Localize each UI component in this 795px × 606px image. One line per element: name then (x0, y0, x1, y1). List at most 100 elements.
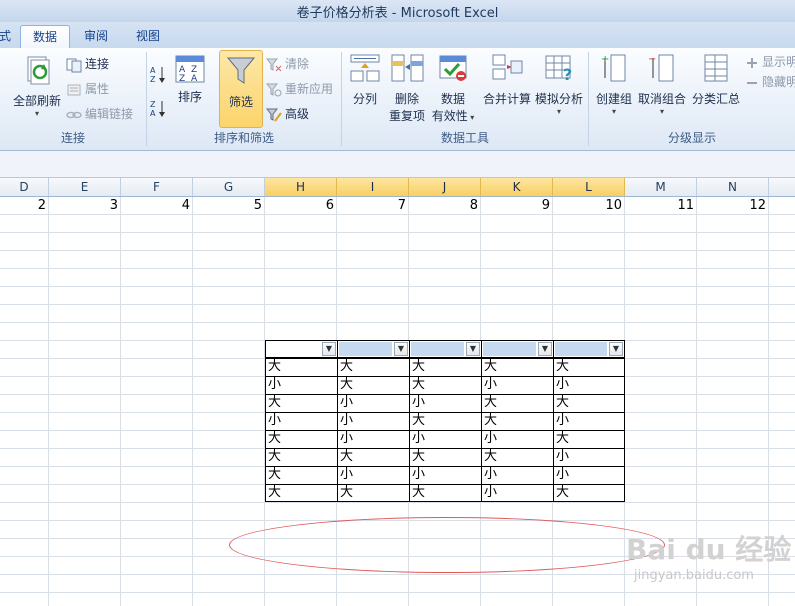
table-cell[interactable]: 大 (481, 394, 553, 412)
filter-header-cell[interactable]: ▼ (409, 340, 481, 358)
table-cell[interactable]: 大 (337, 376, 409, 394)
column-header-f[interactable]: F (121, 178, 193, 196)
chevron-down-icon: ▾ (467, 113, 475, 122)
column-header-j[interactable]: J (409, 178, 481, 196)
what-if-analysis-button[interactable]: ? 模拟分析 ▾ (535, 52, 583, 116)
column-header-e[interactable]: E (49, 178, 121, 196)
table-cell[interactable]: 大 (265, 394, 337, 412)
table-cell[interactable]: 大 (553, 430, 625, 448)
column-header-n[interactable]: N (697, 178, 769, 196)
table-cell[interactable]: 大 (265, 358, 337, 376)
column-header-h[interactable]: H (265, 178, 337, 196)
table-cell[interactable]: 小 (553, 376, 625, 394)
table-cell[interactable]: 大 (337, 448, 409, 466)
table-cell[interactable]: 大 (265, 466, 337, 484)
sort-button[interactable]: AZZA 排序 (173, 54, 207, 105)
column-header-l[interactable]: L (553, 178, 625, 196)
consolidate-button[interactable]: 合并计算 (481, 52, 533, 107)
filter-button[interactable]: 筛选 (219, 50, 263, 128)
cell-value[interactable]: 6 (265, 198, 334, 214)
table-cell[interactable]: 大 (481, 412, 553, 430)
cell-value[interactable]: 2 (0, 198, 46, 214)
group-button[interactable]: + 创建组 ▾ (593, 52, 635, 116)
sort-descending-button[interactable]: ZA (150, 96, 170, 118)
table-cell[interactable]: 小 (337, 394, 409, 412)
table-cell[interactable]: 小 (553, 448, 625, 466)
table-cell[interactable]: 小 (481, 430, 553, 448)
column-header-m[interactable]: M (625, 178, 697, 196)
table-cell[interactable]: 小 (481, 466, 553, 484)
cell-value[interactable]: 11 (625, 198, 694, 214)
cell-value[interactable]: 3 (49, 198, 118, 214)
show-detail-button[interactable]: 显示明 (745, 52, 795, 72)
table-cell[interactable]: 小 (481, 484, 553, 502)
cell-value[interactable]: 12 (697, 198, 766, 214)
table-cell[interactable]: 大 (337, 484, 409, 502)
column-header-k[interactable]: K (481, 178, 553, 196)
cell-value[interactable]: 8 (409, 198, 478, 214)
tab-view[interactable]: 视图 (126, 25, 170, 47)
filter-label: 筛选 (228, 95, 253, 109)
text-to-columns-button[interactable]: 分列 (346, 52, 384, 107)
sort-ascending-button[interactable]: AZ (150, 62, 170, 84)
properties-button[interactable]: 属性 (66, 79, 109, 99)
advanced-filter-button[interactable]: 高级 (265, 104, 309, 124)
ungroup-button[interactable]: − 取消组合 ▾ (637, 52, 687, 116)
table-cell[interactable]: 大 (265, 484, 337, 502)
cell-value[interactable]: 9 (481, 198, 550, 214)
table-cell[interactable]: 小 (337, 466, 409, 484)
table-cell[interactable]: 大 (409, 358, 481, 376)
filter-header-cell[interactable]: ▼ (265, 340, 337, 358)
column-header-d[interactable]: D (0, 178, 49, 196)
remove-duplicates-button[interactable]: 删除 重复项 (387, 52, 427, 124)
subtotal-button[interactable]: 分类汇总 (690, 52, 742, 107)
connections-button[interactable]: 连接 (66, 54, 109, 74)
filter-dropdown-arrow-icon[interactable]: ▼ (394, 342, 408, 356)
table-cell[interactable]: 大 (409, 448, 481, 466)
table-cell[interactable]: 大 (553, 358, 625, 376)
table-cell[interactable]: 大 (337, 358, 409, 376)
filter-dropdown-arrow-icon[interactable]: ▼ (538, 342, 552, 356)
filter-dropdown-arrow-icon[interactable]: ▼ (322, 342, 336, 356)
reapply-button[interactable]: 重新应用 (265, 79, 333, 99)
table-cell[interactable]: 大 (481, 448, 553, 466)
refresh-all-button[interactable]: 全部刷新 ▾ (8, 52, 66, 118)
tab-data[interactable]: 数据 (20, 25, 70, 49)
table-cell[interactable]: 大 (553, 394, 625, 412)
filter-dropdown-arrow-icon[interactable]: ▼ (609, 342, 623, 356)
table-cell[interactable]: 大 (265, 448, 337, 466)
tab-formulas[interactable]: 式 (0, 25, 12, 47)
table-cell[interactable]: 小 (481, 376, 553, 394)
table-cell[interactable]: 大 (481, 358, 553, 376)
what-if-label: 模拟分析 (535, 92, 584, 106)
column-header-g[interactable]: G (193, 178, 265, 196)
table-cell[interactable]: 大 (553, 484, 625, 502)
table-cell[interactable]: 小 (409, 394, 481, 412)
hide-detail-button[interactable]: 隐藏明 (745, 72, 795, 92)
table-cell[interactable]: 大 (265, 430, 337, 448)
table-cell[interactable]: 大 (409, 412, 481, 430)
table-cell[interactable]: 小 (337, 412, 409, 430)
tab-review[interactable]: 审阅 (74, 25, 118, 47)
table-cell[interactable]: 小 (553, 412, 625, 430)
table-cell[interactable]: 小 (265, 412, 337, 430)
cell-value[interactable]: 10 (553, 198, 622, 214)
filter-header-cell[interactable]: ▼ (481, 340, 553, 358)
filter-dropdown-arrow-icon[interactable]: ▼ (466, 342, 480, 356)
data-validation-button[interactable]: 数据 有效性 ▾ (430, 52, 476, 124)
table-cell[interactable]: 小 (553, 466, 625, 484)
table-cell[interactable]: 小 (409, 430, 481, 448)
table-cell[interactable]: 大 (409, 376, 481, 394)
cell-value[interactable]: 7 (337, 198, 406, 214)
cell-value[interactable]: 5 (193, 198, 262, 214)
filter-header-cell[interactable]: ▼ (337, 340, 409, 358)
filter-header-cell[interactable]: ▼ (553, 340, 625, 358)
table-cell[interactable]: 大 (409, 484, 481, 502)
edit-links-button[interactable]: 编辑链接 (66, 104, 133, 124)
cell-value[interactable]: 4 (121, 198, 190, 214)
clear-filter-button[interactable]: 清除 (265, 54, 309, 74)
table-cell[interactable]: 小 (409, 466, 481, 484)
column-header-i[interactable]: I (337, 178, 409, 196)
table-cell[interactable]: 小 (337, 430, 409, 448)
table-cell[interactable]: 小 (265, 376, 337, 394)
